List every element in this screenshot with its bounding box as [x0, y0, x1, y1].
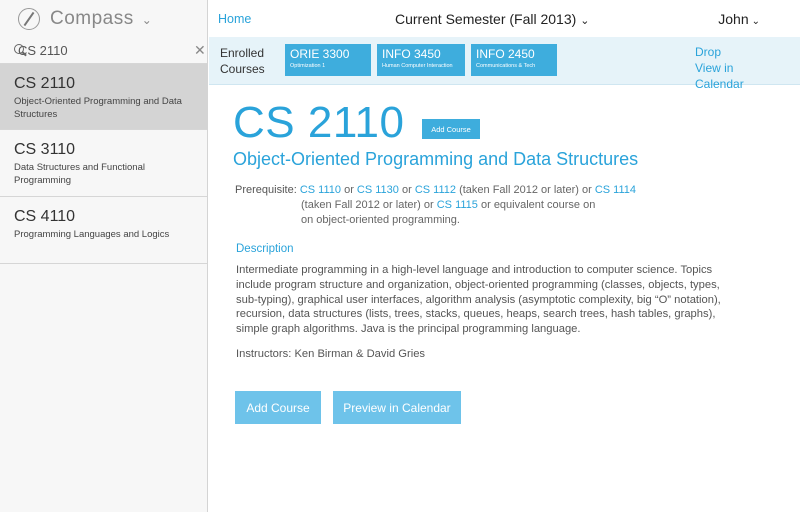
- enrolled-label: Enrolled Courses: [220, 46, 265, 76]
- course-item-code: CS 3110: [14, 141, 76, 158]
- prereq-text: or equivalent course on: [477, 199, 596, 211]
- course-list: CS 2110 Object-Oriented Programming and …: [0, 63, 207, 264]
- app-switcher[interactable]: Compass ⌄: [0, 0, 207, 37]
- course-item-title: Programming Languages and Logics: [14, 229, 170, 240]
- app-name: Compass: [50, 7, 134, 29]
- search-input[interactable]: [18, 42, 194, 58]
- pill-code: INFO 2450: [476, 47, 535, 61]
- enrolled-course-pill[interactable]: INFO 2450 Communications & Tech: [471, 44, 557, 76]
- home-link[interactable]: Home: [218, 12, 251, 26]
- prereq-text: on object-oriented programming.: [301, 214, 460, 226]
- description-text: Intermediate programming in a high-level…: [236, 264, 721, 336]
- semester-label: Current Semester (Fall 2013): [395, 11, 577, 27]
- enrolled-courses-bar: Enrolled Courses ORIE 3300 Optimization …: [209, 37, 800, 91]
- course-list-item[interactable]: CS 4110 Programming Languages and Logics: [0, 197, 207, 264]
- description-heading: Description: [236, 243, 294, 255]
- prereq-link[interactable]: CS 1115: [437, 199, 478, 211]
- pill-subtitle: Optimization 1: [290, 63, 326, 69]
- close-icon[interactable]: ✕: [194, 42, 206, 59]
- course-item-title: Data Structures and Functional Programmi…: [14, 162, 145, 186]
- user-name: John: [718, 11, 749, 27]
- search-bar: ✕: [0, 37, 207, 63]
- semester-selector[interactable]: Current Semester (Fall 2013) ⌄: [395, 11, 590, 27]
- course-detail: CS 2110 Add Course Object-Oriented Progr…: [209, 86, 800, 512]
- drop-link[interactable]: Drop: [695, 44, 783, 60]
- enrolled-course-pill[interactable]: ORIE 3300 Optimization 1: [285, 44, 371, 76]
- chevron-down-icon: ⌄: [580, 15, 590, 27]
- pill-code: INFO 3450: [382, 47, 441, 61]
- course-item-code: CS 2110: [14, 75, 76, 92]
- prereq-link[interactable]: CS 1114: [595, 184, 636, 196]
- add-course-small-button[interactable]: Add Course: [422, 119, 480, 139]
- prereq-text: (taken Fall 2012 or later) or: [301, 199, 437, 211]
- preview-in-calendar-button[interactable]: Preview in Calendar: [333, 391, 461, 424]
- compass-icon: [18, 7, 40, 30]
- chevron-down-icon: ⌄: [141, 12, 152, 27]
- prereq-line: on object-oriented programming.: [235, 213, 636, 228]
- pill-subtitle: Communications & Tech: [476, 63, 536, 69]
- sidebar: Compass ⌄ ✕ CS 2110 Object-Oriented Prog…: [0, 0, 208, 512]
- course-title: Object-Oriented Programming and Data Str…: [233, 149, 639, 169]
- course-list-item[interactable]: CS 3110 Data Structures and Functional P…: [0, 130, 207, 197]
- prereq-label: Prerequisite:: [235, 184, 297, 196]
- course-item-code: CS 4110: [14, 208, 76, 225]
- prereq-link[interactable]: CS 1130: [357, 184, 399, 196]
- course-code-heading: CS 2110: [233, 98, 405, 147]
- prereq-line: (taken Fall 2012 or later) or CS 1115 or…: [235, 198, 636, 213]
- top-bar: Home Current Semester (Fall 2013) ⌄ John ⌄: [209, 0, 800, 37]
- instructors: Instructors: Ken Birman & David Gries: [236, 348, 426, 360]
- prereq-link[interactable]: CS 1112: [415, 184, 456, 196]
- prereq-text: or: [398, 184, 415, 196]
- user-menu[interactable]: John ⌄: [718, 11, 760, 27]
- prereq-text: (taken Fall 2012 or later) or: [456, 184, 595, 196]
- course-item-title: Object-Oriented Programming and Data Str…: [14, 96, 182, 120]
- pill-code: ORIE 3300: [290, 47, 350, 61]
- prerequisites: Prerequisite: CS 1110 or CS 1130 or CS 1…: [235, 183, 636, 228]
- add-course-button[interactable]: Add Course: [235, 391, 321, 424]
- enrolled-course-pill[interactable]: INFO 3450 Human Computer Interaction: [377, 44, 465, 76]
- prereq-link[interactable]: CS 1110: [300, 184, 341, 196]
- course-list-item[interactable]: CS 2110 Object-Oriented Programming and …: [0, 63, 207, 130]
- prereq-text: or: [341, 184, 357, 196]
- pill-subtitle: Human Computer Interaction: [382, 63, 453, 69]
- chevron-down-icon: ⌄: [751, 16, 760, 27]
